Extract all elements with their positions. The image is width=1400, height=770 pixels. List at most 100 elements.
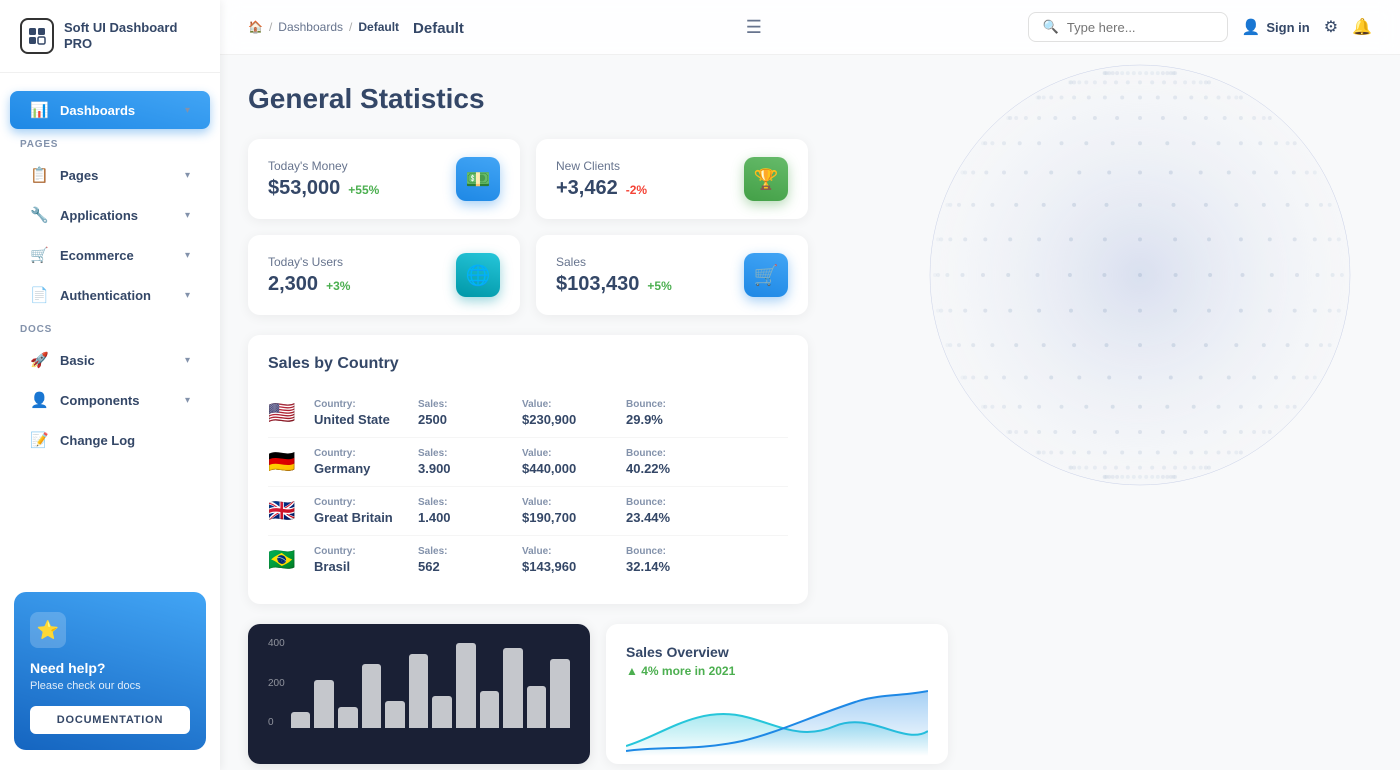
page-title: Default bbox=[413, 20, 464, 37]
sidebar-item-label: Applications bbox=[60, 208, 173, 223]
sales-overview-title: Sales Overview bbox=[626, 644, 928, 660]
bounce-gb: 23.44% bbox=[626, 510, 716, 525]
value-label: Value: bbox=[522, 497, 612, 508]
user-icon: 👤 bbox=[1242, 18, 1261, 36]
bar-chart-bar bbox=[385, 701, 405, 728]
country-name-br: Brasil bbox=[314, 559, 404, 574]
bounce-col-de: Bounce: 40.22% bbox=[626, 448, 716, 476]
flag-us: 🇺🇸 bbox=[268, 400, 300, 426]
value-us: $230,900 bbox=[522, 412, 612, 427]
bar-chart-bar bbox=[456, 643, 476, 728]
country-label: Country: bbox=[314, 399, 404, 410]
bounce-col-gb: Bounce: 23.44% bbox=[626, 497, 716, 525]
breadcrumb-current: Default bbox=[358, 20, 399, 34]
sidebar-item-label: Components bbox=[60, 393, 173, 408]
bell-icon[interactable]: 🔔 bbox=[1352, 17, 1372, 37]
country-label: Country: bbox=[314, 448, 404, 459]
home-icon[interactable]: 🏠 bbox=[248, 20, 263, 34]
stat-info-sales: Sales $103,430 +5% bbox=[556, 255, 672, 296]
bounce-de: 40.22% bbox=[626, 461, 716, 476]
pages-section-label: PAGES bbox=[0, 131, 220, 154]
sales-value-de: 3.900 bbox=[418, 461, 508, 476]
pages-icon: 📋 bbox=[30, 166, 48, 184]
breadcrumb-sep2: / bbox=[349, 20, 352, 34]
stat-change-clients: -2% bbox=[626, 183, 647, 197]
search-input[interactable] bbox=[1067, 20, 1213, 35]
table-row: 🇺🇸 Country: United State Sales: 2500 Val… bbox=[268, 389, 788, 438]
sidebar-item-basic[interactable]: 🚀 Basic ▾ bbox=[10, 341, 210, 379]
sidebar-item-label: Dashboards bbox=[60, 103, 173, 118]
stat-card-money: Today's Money $53,000 +55% 💵 bbox=[248, 139, 520, 219]
table-row: 🇬🇧 Country: Great Britain Sales: 1.400 V… bbox=[268, 487, 788, 536]
help-card: ⭐ Need help? Please check our docs DOCUM… bbox=[14, 592, 206, 750]
stat-info-clients: New Clients +3,462 -2% bbox=[556, 159, 647, 200]
stat-icon-clients: 🏆 bbox=[744, 157, 788, 201]
signin-button[interactable]: 👤 Sign in bbox=[1242, 18, 1310, 36]
sidebar-item-dashboards[interactable]: 📊 Dashboards ▾ bbox=[10, 91, 210, 129]
sidebar-item-label: Ecommerce bbox=[60, 248, 173, 263]
bounce-col-br: Bounce: 32.14% bbox=[626, 546, 716, 574]
value-label: Value: bbox=[522, 546, 612, 557]
sidebar-item-authentication[interactable]: 📄 Authentication ▾ bbox=[10, 276, 210, 314]
sidebar-item-label: Authentication bbox=[60, 288, 173, 303]
stat-icon-money: 💵 bbox=[456, 157, 500, 201]
documentation-button[interactable]: DOCUMENTATION bbox=[30, 706, 190, 734]
value-col-de: Value: $440,000 bbox=[522, 448, 612, 476]
page-heading: General Statistics bbox=[248, 83, 1372, 115]
stat-value-clients: +3,462 bbox=[556, 177, 618, 200]
ecommerce-icon: 🛒 bbox=[30, 246, 48, 264]
stat-card-clients: New Clients +3,462 -2% 🏆 bbox=[536, 139, 808, 219]
sidebar-item-changelog[interactable]: 📝 Change Log bbox=[10, 421, 210, 459]
y-label-0: 0 bbox=[268, 717, 285, 728]
help-star-icon: ⭐ bbox=[30, 612, 66, 648]
sales-label: Sales: bbox=[418, 399, 508, 410]
changelog-icon: 📝 bbox=[30, 431, 48, 449]
search-box[interactable]: 🔍 bbox=[1028, 12, 1228, 42]
stat-label-clients: New Clients bbox=[556, 159, 647, 173]
breadcrumb-sep1: / bbox=[269, 20, 272, 34]
globe-decoration bbox=[820, 55, 1400, 525]
sales-value-br: 562 bbox=[418, 559, 508, 574]
sidebar-logo: Soft UI Dashboard PRO bbox=[0, 0, 220, 73]
stat-value-sales: $103,430 bbox=[556, 273, 639, 296]
applications-icon: 🔧 bbox=[30, 206, 48, 224]
stat-info-money: Today's Money $53,000 +55% bbox=[268, 159, 379, 200]
table-row: 🇩🇪 Country: Germany Sales: 3.900 Value: … bbox=[268, 438, 788, 487]
sidebar-item-ecommerce[interactable]: 🛒 Ecommerce ▾ bbox=[10, 236, 210, 274]
chevron-down-icon: ▾ bbox=[185, 210, 190, 221]
sales-value-gb: 1.400 bbox=[418, 510, 508, 525]
stat-icon-sales: 🛒 bbox=[744, 253, 788, 297]
sales-col-gb: Sales: 1.400 bbox=[418, 497, 508, 525]
country-col-br: Country: Brasil bbox=[314, 546, 404, 574]
bar-chart-bar bbox=[291, 712, 311, 728]
sidebar-item-pages[interactable]: 📋 Pages ▾ bbox=[10, 156, 210, 194]
hamburger-icon[interactable]: ☰ bbox=[746, 17, 762, 38]
country-col-gb: Country: Great Britain bbox=[314, 497, 404, 525]
country-col-us: Country: United State bbox=[314, 399, 404, 427]
search-icon: 🔍 bbox=[1043, 19, 1059, 35]
bounce-col-us: Bounce: 29.9% bbox=[626, 399, 716, 427]
sidebar-item-applications[interactable]: 🔧 Applications ▾ bbox=[10, 196, 210, 234]
value-de: $440,000 bbox=[522, 461, 612, 476]
stat-change-sales: +5% bbox=[647, 279, 671, 293]
chevron-down-icon: ▾ bbox=[185, 105, 190, 116]
settings-icon[interactable]: ⚙ bbox=[1324, 17, 1338, 37]
bounce-br: 32.14% bbox=[626, 559, 716, 574]
sales-value-us: 2500 bbox=[418, 412, 508, 427]
breadcrumb: 🏠 / Dashboards / Default bbox=[248, 20, 399, 34]
sales-by-country-title: Sales by Country bbox=[268, 355, 788, 373]
y-label-400: 400 bbox=[268, 638, 285, 649]
y-label-200: 200 bbox=[268, 678, 285, 689]
sidebar: Soft UI Dashboard PRO 📊 Dashboards ▾ PAG… bbox=[0, 0, 220, 770]
app-name: Soft UI Dashboard PRO bbox=[64, 20, 200, 51]
sidebar-item-components[interactable]: 👤 Components ▾ bbox=[10, 381, 210, 419]
bar-chart-card: 400 200 0 bbox=[248, 624, 590, 764]
stat-value-money: $53,000 bbox=[268, 177, 340, 200]
sales-label: Sales: bbox=[418, 448, 508, 459]
help-subtitle: Please check our docs bbox=[30, 680, 190, 692]
bar-chart-bar bbox=[314, 680, 334, 728]
sidebar-nav: 📊 Dashboards ▾ PAGES 📋 Pages ▾ 🔧 Applica… bbox=[0, 73, 220, 582]
bar-chart-bar bbox=[409, 654, 429, 728]
breadcrumb-dashboards[interactable]: Dashboards bbox=[278, 20, 343, 34]
bar-chart-bar bbox=[338, 707, 358, 728]
